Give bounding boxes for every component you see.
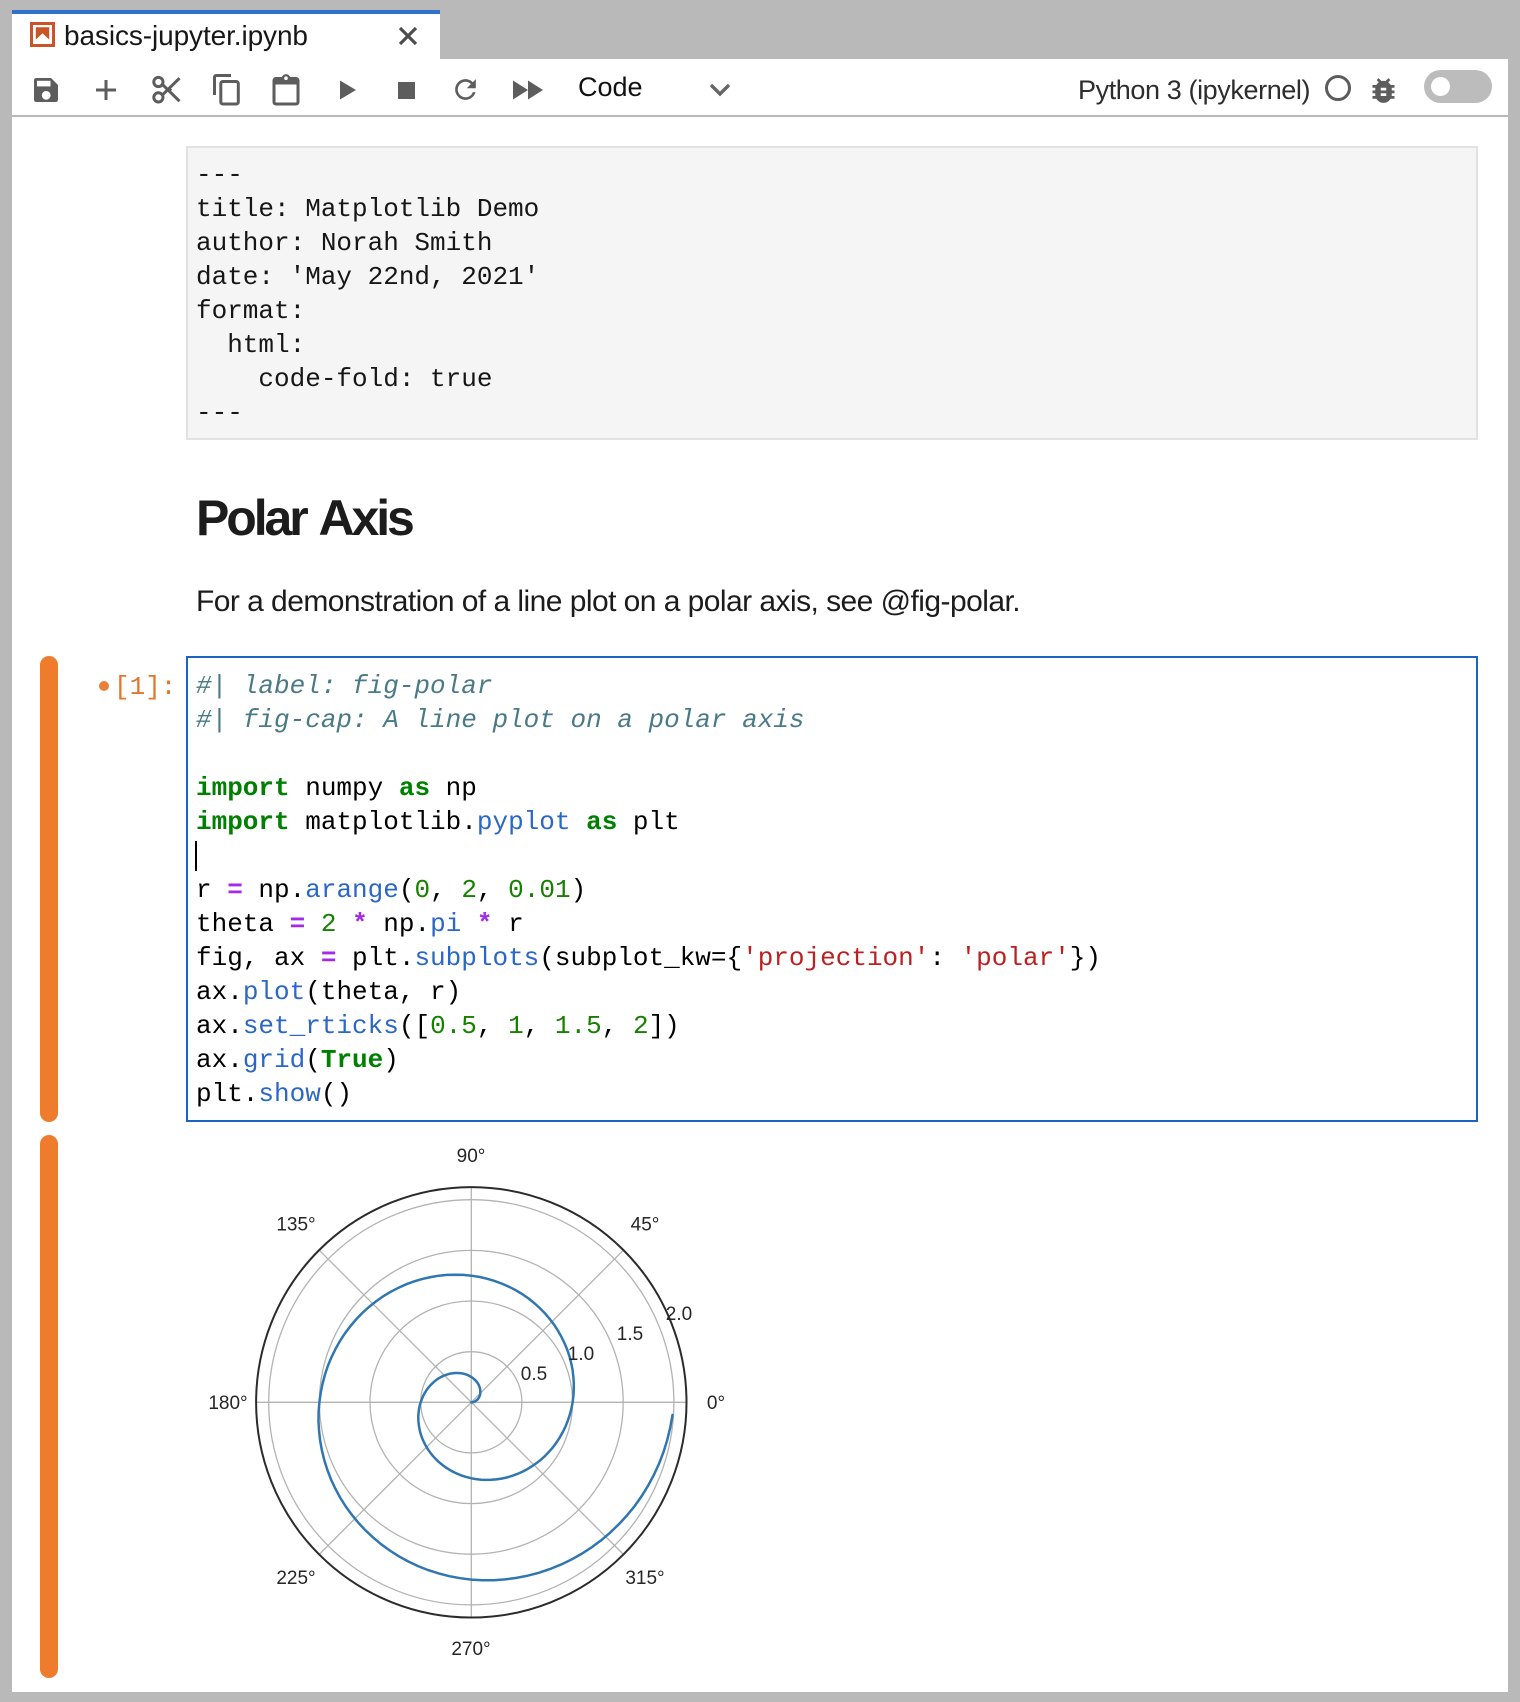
svg-text:0°: 0° [707, 1393, 725, 1414]
svg-text:270°: 270° [451, 1639, 490, 1660]
svg-text:315°: 315° [625, 1568, 664, 1589]
svg-text:135°: 135° [276, 1215, 315, 1236]
svg-text:180°: 180° [208, 1393, 247, 1414]
svg-text:1.0: 1.0 [568, 1344, 594, 1365]
svg-text:45°: 45° [631, 1215, 660, 1236]
svg-text:90°: 90° [457, 1146, 486, 1167]
svg-text:225°: 225° [276, 1568, 315, 1589]
svg-text:2.0: 2.0 [666, 1304, 692, 1325]
svg-text:0.5: 0.5 [521, 1364, 547, 1385]
svg-text:1.5: 1.5 [617, 1324, 643, 1345]
